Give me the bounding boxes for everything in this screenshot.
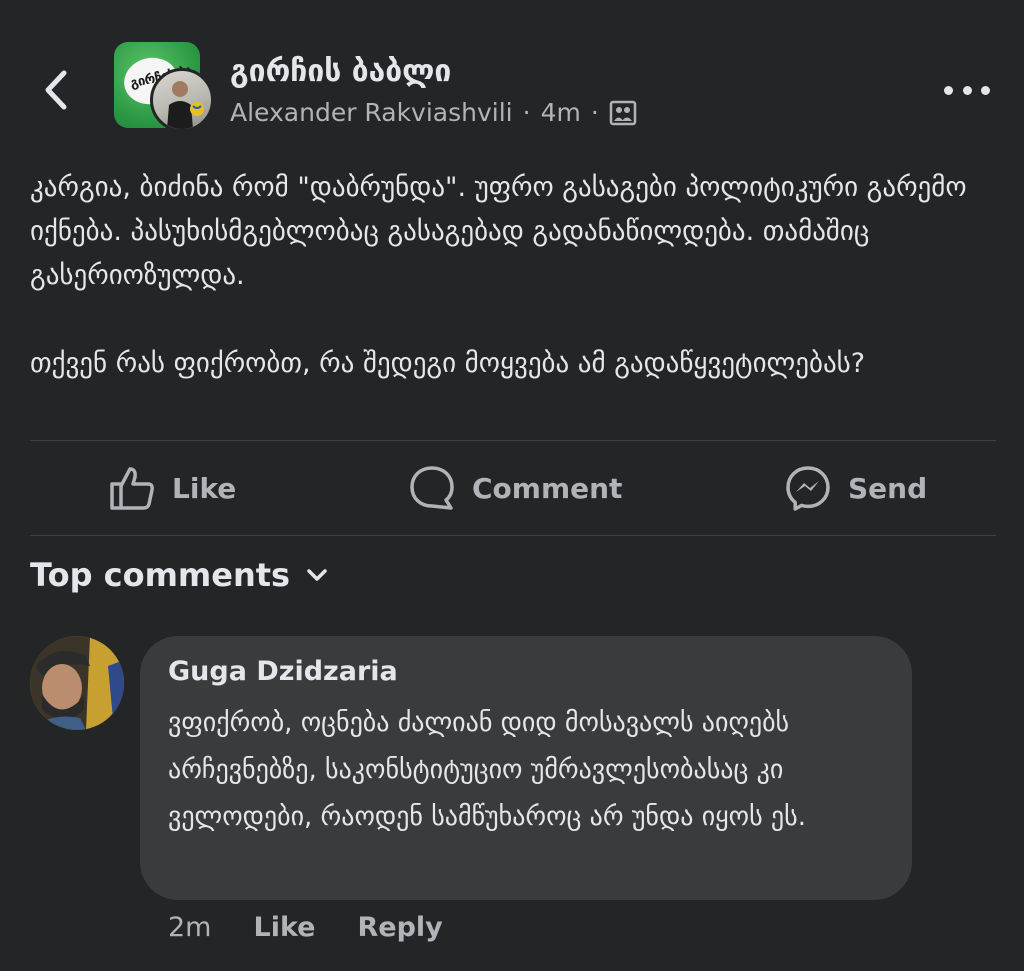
send-button[interactable]: Send: [784, 441, 927, 535]
comment-label: Comment: [472, 471, 623, 505]
meta-separator: ·: [590, 98, 599, 127]
comment-bubble: Guga Dzidzaria ვფიქრობ, ოცნება ძალიან დი…: [140, 636, 912, 900]
members-icon: [609, 100, 637, 125]
chevron-left-icon: [45, 70, 67, 110]
comment-sort-label: Top comments: [30, 556, 291, 594]
post-action-bar: Like Comment Send: [30, 441, 996, 535]
back-button[interactable]: [36, 62, 76, 118]
post-paragraph: თქვენ რას ფიქრობთ, რა შედეგი მოყვება ამ …: [30, 348, 866, 379]
author-avatar-image: [167, 81, 204, 129]
meta-separator: ·: [522, 98, 531, 127]
comment-author[interactable]: Guga Dzidzaria: [168, 656, 398, 687]
more-options-button[interactable]: [944, 76, 990, 104]
group-name[interactable]: გირჩის ბაბლი: [230, 54, 451, 89]
like-button[interactable]: Like: [108, 441, 236, 535]
post-paragraph: კარგია, ბიძინა რომ "დაბრუნდა". უფრო გასა…: [30, 172, 967, 291]
divider: [30, 535, 996, 536]
comment-sort-dropdown[interactable]: Top comments: [30, 556, 328, 594]
author-avatar[interactable]: [150, 68, 214, 132]
comment-reply-button[interactable]: Reply: [358, 912, 443, 943]
post-body: კარგია, ბიძინა რომ "დაბრუნდა". უფრო გასა…: [30, 166, 990, 386]
thumbs-up-icon: [110, 467, 154, 510]
author-name[interactable]: Alexander Rakviashvili: [230, 98, 513, 127]
chevron-down-icon: [307, 569, 327, 581]
messenger-icon: [786, 466, 830, 511]
comment-text: ვფიქრობ, ოცნება ძალიან დიდ მოსავალს აიღე…: [168, 708, 806, 832]
post-time[interactable]: 4m: [541, 98, 581, 127]
commenter-avatar-image: [30, 636, 124, 730]
comment-footer: 2m Like Reply: [168, 912, 485, 943]
comment-button[interactable]: Comment: [408, 441, 622, 535]
post-meta: Alexander Rakviashvili · 4m ·: [230, 98, 637, 127]
commenter-avatar[interactable]: [30, 636, 124, 730]
more-icon-dot: [944, 85, 953, 95]
send-label: Send: [848, 471, 928, 505]
more-icon-dot: [981, 85, 990, 95]
comment-like-button[interactable]: Like: [253, 912, 315, 943]
comment-icon: [410, 466, 454, 510]
like-label: Like: [172, 471, 237, 505]
comment-time: 2m: [168, 912, 212, 943]
more-icon-dot: [962, 85, 972, 95]
